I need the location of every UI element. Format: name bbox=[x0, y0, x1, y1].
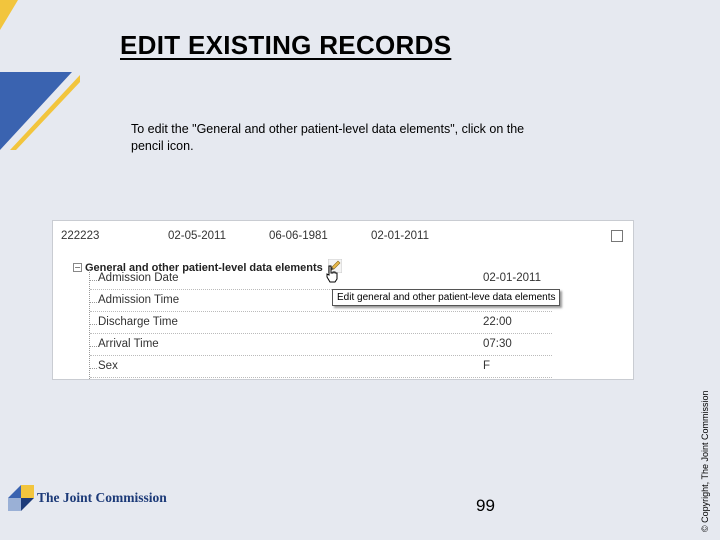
field-label: Sex bbox=[98, 360, 118, 372]
record-date-1: 02-05-2011 bbox=[168, 230, 226, 242]
field-value: 07:30 bbox=[483, 338, 512, 350]
joint-commission-logo-icon bbox=[8, 485, 34, 511]
field-label: Admission Time bbox=[98, 294, 180, 306]
field-value: F bbox=[483, 360, 491, 372]
slide-title: EDIT EXISTING RECORDS bbox=[120, 30, 452, 60]
field-value: 02-01-2011 bbox=[483, 272, 541, 284]
checkbox-icon[interactable] bbox=[611, 230, 623, 242]
field-row: Admission Date 02-01-2011 bbox=[90, 271, 552, 290]
records-screenshot-panel: 222223 02-05-2011 06-06-1981 02-01-2011 … bbox=[52, 220, 634, 380]
record-summary-row[interactable]: 222223 02-05-2011 06-06-1981 02-01-2011 bbox=[53, 221, 633, 251]
field-label: Arrival Time bbox=[98, 338, 159, 350]
copyright-text: © Copyright, The Joint Commission bbox=[700, 390, 710, 532]
instruction-text: To edit the "General and other patient-l… bbox=[131, 122, 525, 153]
field-label: Discharge Time bbox=[98, 316, 178, 328]
page-number: 99 bbox=[476, 496, 495, 515]
field-row: Sex F bbox=[90, 359, 552, 378]
edit-tooltip: Edit general and other patient-leve data… bbox=[332, 289, 561, 306]
record-date-3: 02-01-2011 bbox=[371, 230, 429, 242]
decorative-corner-shape bbox=[0, 0, 80, 150]
field-value: 22:00 bbox=[483, 316, 512, 328]
logo-text: The Joint Commission bbox=[37, 490, 167, 505]
field-row: Arrival Time 07:30 bbox=[90, 337, 552, 356]
field-row: Discharge Time 22:00 bbox=[90, 315, 552, 334]
record-date-2: 06-06-1981 bbox=[269, 230, 328, 242]
collapse-minus-icon[interactable]: − bbox=[73, 263, 82, 272]
joint-commission-logo: The Joint Commission bbox=[8, 485, 167, 511]
record-id: 222223 bbox=[61, 230, 100, 242]
hand-cursor-icon bbox=[325, 265, 339, 286]
field-label: Admission Date bbox=[98, 272, 179, 284]
